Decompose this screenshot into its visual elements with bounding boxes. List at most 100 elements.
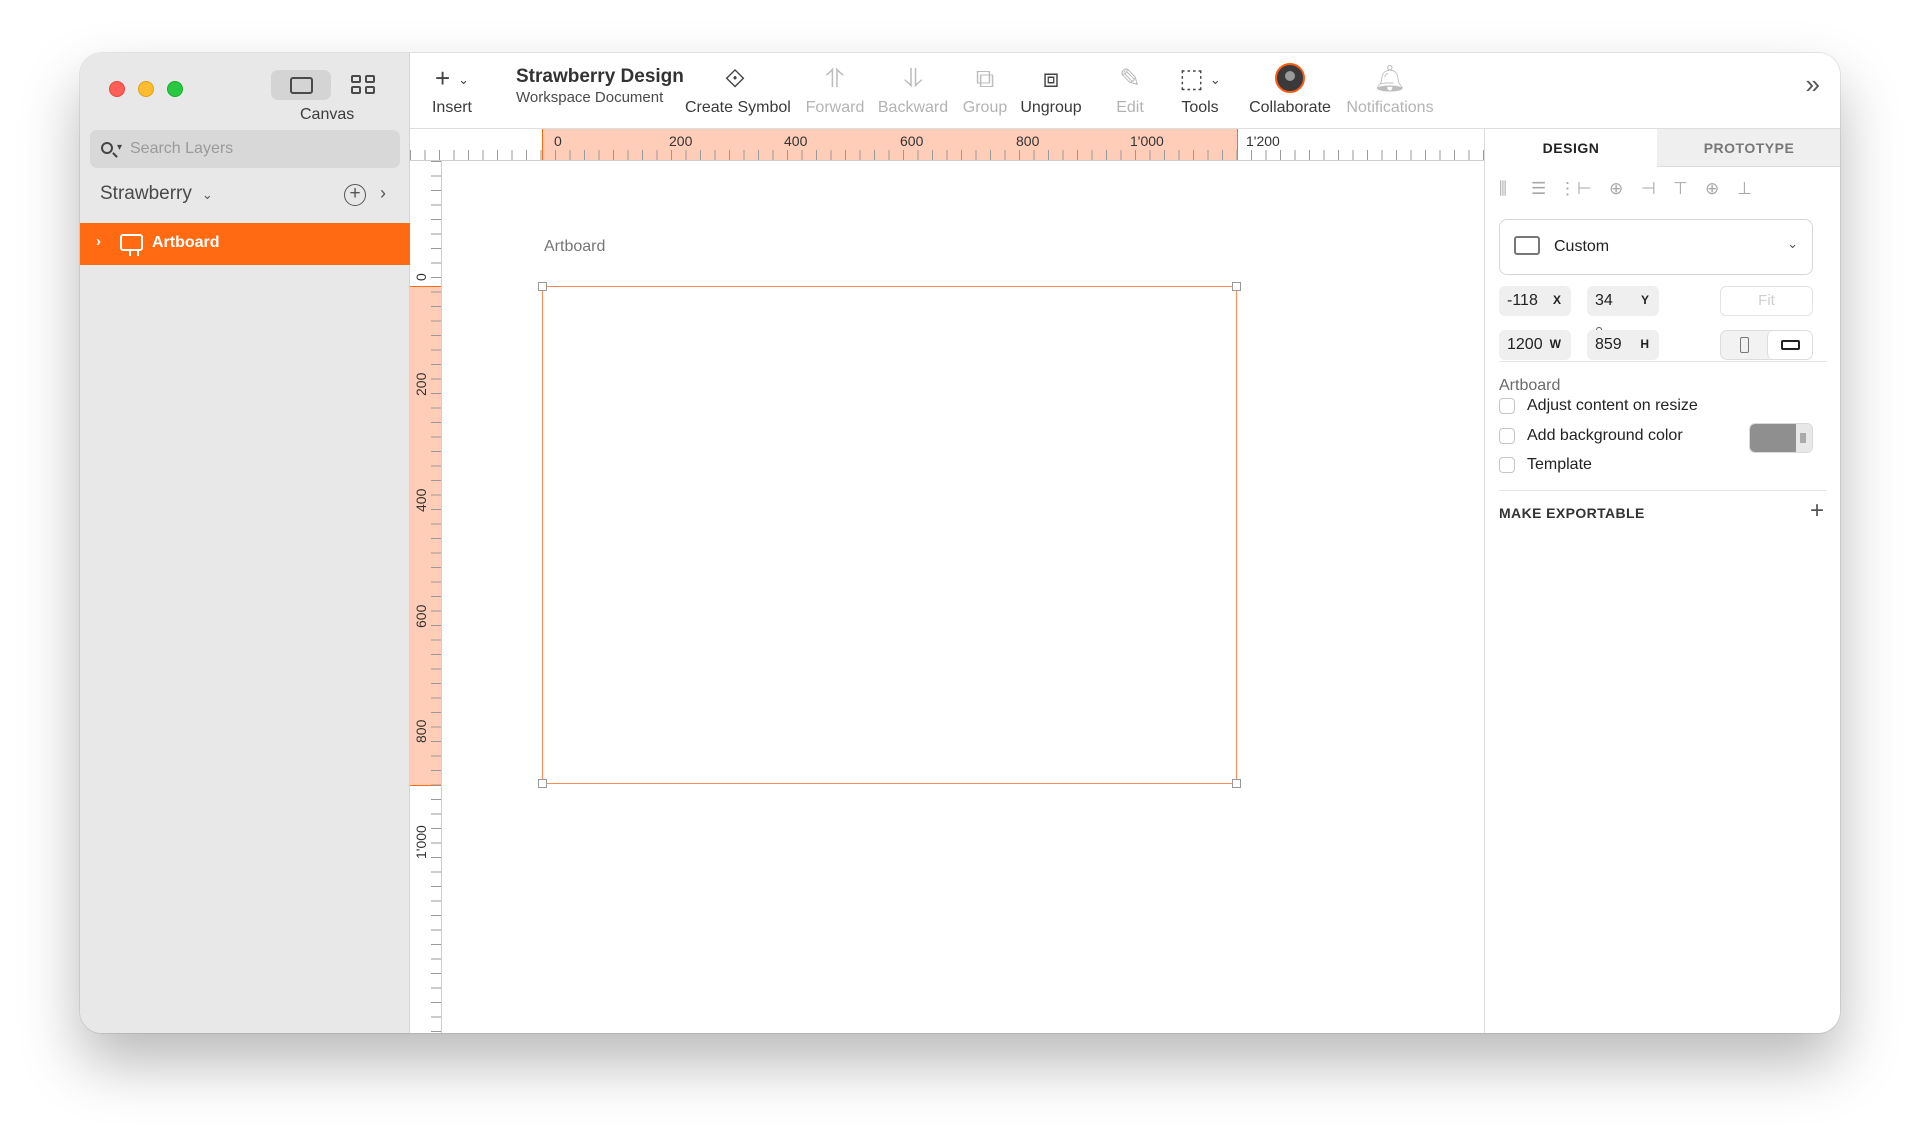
divider bbox=[1499, 361, 1827, 362]
chevron-right-icon[interactable]: › bbox=[380, 183, 386, 204]
bell-icon: 🔔︎ bbox=[1373, 63, 1407, 93]
layer-item-artboard[interactable]: › Artboard bbox=[80, 223, 410, 265]
tab-prototype[interactable]: PROTOTYPE bbox=[1657, 129, 1840, 167]
landscape-icon bbox=[1781, 340, 1800, 350]
artboard-icon bbox=[1514, 236, 1540, 255]
portrait-button[interactable] bbox=[1721, 331, 1767, 359]
distribute-horizontal-icon[interactable]: ⫼ bbox=[1499, 179, 1507, 199]
edit-icon: ✎ bbox=[1119, 63, 1141, 93]
artboard-title[interactable]: Artboard bbox=[544, 238, 605, 256]
forward-button[interactable]: ⥣ Forward bbox=[802, 63, 868, 117]
ungroup-icon: ⧈ bbox=[1042, 63, 1060, 93]
y-field[interactable]: 34 Y bbox=[1587, 286, 1659, 316]
resize-handle[interactable] bbox=[538, 282, 547, 291]
ruler-label: 0 bbox=[554, 133, 562, 149]
ruler-label: 400 bbox=[784, 133, 808, 149]
color-picker-icon bbox=[1796, 424, 1812, 452]
ruler-label: 1'000 bbox=[1130, 133, 1164, 149]
canvas[interactable]: Artboard bbox=[442, 161, 1484, 1033]
ruler-label: 200 bbox=[669, 133, 693, 149]
backward-icon: ⥥ bbox=[903, 63, 923, 93]
make-exportable-title: MAKE EXPORTABLE bbox=[1499, 505, 1645, 521]
alignment-toolbar: ⫼ ☰ ⋮ ⊢ ⊕ ⊣ ⊤ ⊕ ⊥ bbox=[1499, 179, 1829, 203]
chevron-down-icon: ▾ bbox=[117, 142, 123, 153]
landscape-button[interactable] bbox=[1767, 331, 1812, 359]
adjust-content-checkbox[interactable] bbox=[1499, 398, 1515, 414]
distribute-vertical-icon[interactable]: ☰ bbox=[1531, 179, 1546, 199]
portrait-icon bbox=[1740, 337, 1749, 353]
page-name: Strawberry bbox=[100, 183, 192, 204]
notifications-button[interactable]: 🔔︎ Notifications bbox=[1342, 63, 1438, 117]
edit-button[interactable]: ✎ Edit bbox=[1110, 63, 1150, 117]
checkbox-label: Adjust content on resize bbox=[1527, 397, 1698, 414]
section-title: Artboard bbox=[1499, 377, 1561, 394]
ruler-label: 0 bbox=[413, 273, 429, 281]
backward-button[interactable]: ⥥ Backward bbox=[876, 63, 950, 117]
align-bottom-icon[interactable]: ⊥ bbox=[1737, 179, 1752, 199]
search-input[interactable] bbox=[130, 130, 390, 168]
ruler-label: 600 bbox=[900, 133, 924, 149]
zoom-window-button[interactable] bbox=[167, 81, 183, 97]
minimize-window-button[interactable] bbox=[138, 81, 154, 97]
forward-icon: ⥣ bbox=[825, 63, 845, 93]
canvas-view-button[interactable] bbox=[271, 70, 331, 100]
x-field[interactable]: -118 X bbox=[1499, 286, 1571, 316]
search-layers[interactable]: ▾ bbox=[90, 130, 400, 168]
group-button[interactable]: ⧉ Group bbox=[960, 63, 1010, 117]
ruler-label: 800 bbox=[1016, 133, 1040, 149]
orientation-toggle[interactable] bbox=[1720, 330, 1813, 360]
tab-design[interactable]: DESIGN bbox=[1485, 129, 1657, 167]
template-checkbox[interactable] bbox=[1499, 457, 1515, 473]
ruler-label: 1'200 bbox=[1246, 133, 1280, 149]
width-field[interactable]: 1200 W bbox=[1499, 330, 1571, 360]
layer-label: Artboard bbox=[152, 234, 220, 251]
tools-icon: ⬚ ⌄ bbox=[1179, 63, 1221, 93]
align-left-icon[interactable]: ⊢ bbox=[1577, 179, 1592, 199]
artboard-preset-select[interactable]: Custom ⌄ bbox=[1499, 219, 1813, 275]
close-window-button[interactable] bbox=[109, 81, 125, 97]
insert-button[interactable]: + ⌄ Insert bbox=[426, 63, 478, 117]
app-window: Canvas ▾ Strawberry ⌄ + › › Artboard +⌄ I… bbox=[80, 53, 1840, 1033]
grid-view-icon[interactable] bbox=[351, 75, 375, 95]
create-symbol-button[interactable]: ⟐ Create Symbol bbox=[685, 63, 791, 117]
collaborate-button[interactable]: Collaborate bbox=[1245, 63, 1335, 117]
page-selector[interactable]: Strawberry ⌄ bbox=[100, 183, 213, 205]
avatar bbox=[1275, 63, 1305, 93]
background-color-swatch[interactable] bbox=[1749, 423, 1813, 453]
ruler-ticks bbox=[410, 150, 1484, 160]
artboard[interactable] bbox=[538, 282, 1241, 788]
divider bbox=[1499, 490, 1827, 491]
ruler-label: 1'000 bbox=[413, 825, 429, 859]
ruler-label: 800 bbox=[413, 719, 429, 743]
canvas-icon bbox=[290, 77, 313, 94]
group-icon: ⧉ bbox=[975, 63, 995, 93]
horizontal-ruler[interactable]: 0 200 400 600 800 1'000 1'200 bbox=[410, 129, 1484, 161]
align-top-icon[interactable]: ⊤ bbox=[1673, 179, 1688, 199]
double-chevron-right-icon[interactable]: » bbox=[1806, 69, 1820, 100]
resize-handle[interactable] bbox=[1232, 779, 1241, 788]
tools-button[interactable]: ⬚ ⌄ Tools bbox=[1172, 63, 1228, 117]
fit-button[interactable]: Fit bbox=[1720, 286, 1813, 316]
resize-handle[interactable] bbox=[1232, 282, 1241, 291]
ungroup-button[interactable]: ⧈ Ungroup bbox=[1016, 63, 1086, 117]
resize-handle[interactable] bbox=[538, 779, 547, 788]
vertical-ruler[interactable]: 0 200 400 600 800 1'000 bbox=[410, 161, 442, 1033]
background-color-checkbox[interactable] bbox=[1499, 428, 1515, 444]
add-export-icon[interactable]: + bbox=[1810, 497, 1824, 525]
more-icon[interactable]: ⋮ bbox=[1559, 179, 1576, 199]
disclosure-arrow-icon[interactable]: › bbox=[96, 233, 101, 250]
document-subtitle: Workspace Document bbox=[516, 89, 664, 106]
preset-value: Custom bbox=[1554, 238, 1610, 255]
align-center-icon[interactable]: ⊕ bbox=[1609, 179, 1623, 199]
align-middle-icon[interactable]: ⊕ bbox=[1705, 179, 1719, 199]
artboard-icon bbox=[120, 234, 143, 256]
ruler-label: 200 bbox=[413, 372, 429, 396]
align-right-icon[interactable]: ⊣ bbox=[1641, 179, 1656, 199]
ruler-label: 400 bbox=[413, 488, 429, 512]
color-fill bbox=[1750, 424, 1796, 452]
toolbar: + ⌄ Insert Strawberry Design Workspace Do… bbox=[410, 53, 1840, 129]
add-page-icon[interactable]: + bbox=[344, 184, 366, 206]
height-field[interactable]: 859 H bbox=[1587, 330, 1659, 360]
ruler-label: 600 bbox=[413, 604, 429, 628]
symbol-icon: ⟐ bbox=[724, 63, 746, 93]
